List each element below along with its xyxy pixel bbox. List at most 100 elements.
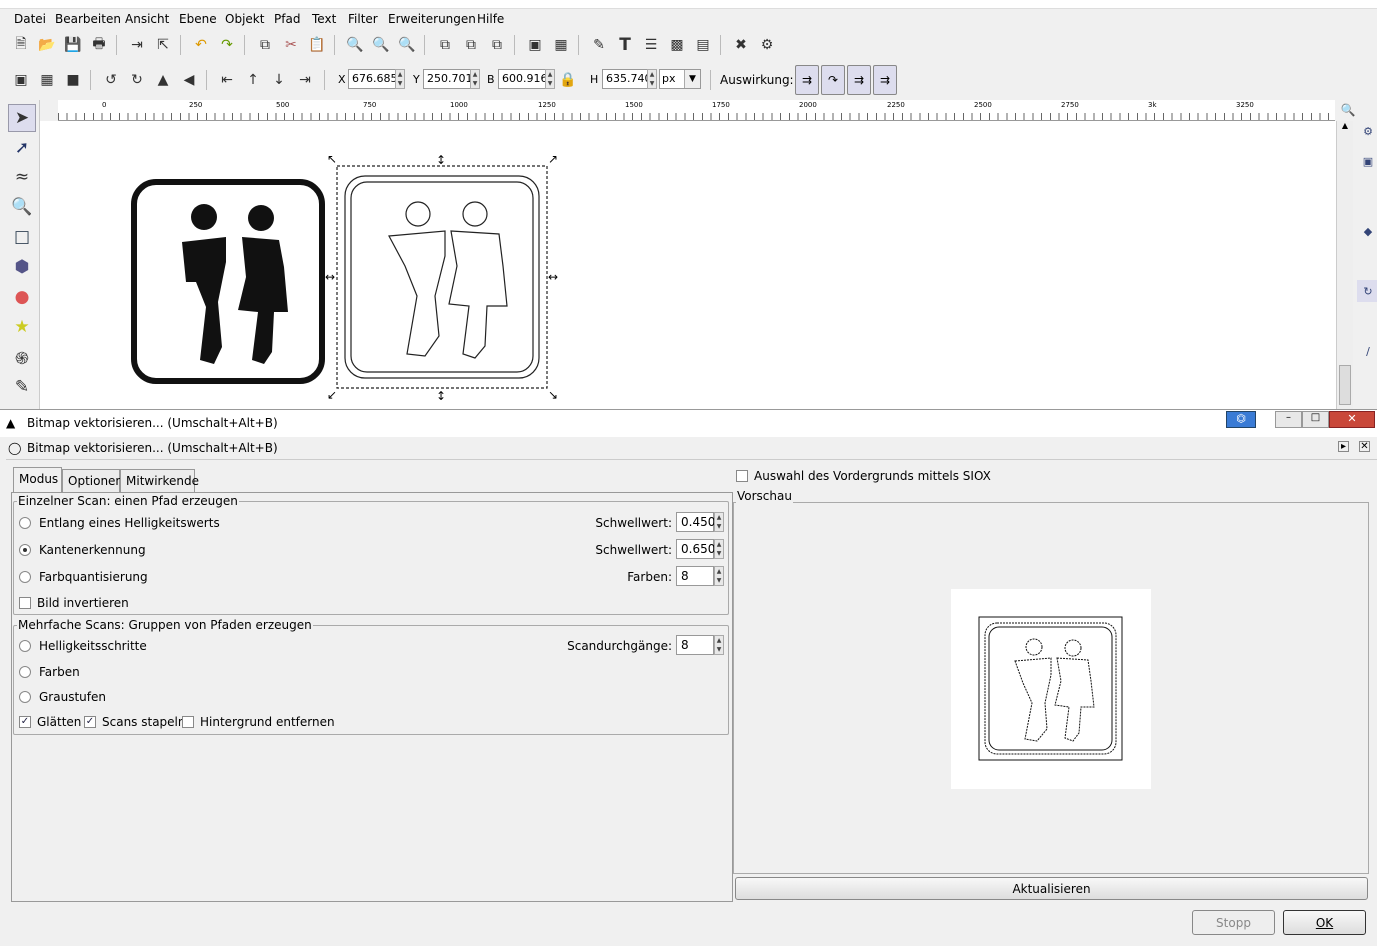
ellipse-tool-icon[interactable]: ● xyxy=(8,283,36,311)
menu-objekt[interactable]: Objekt xyxy=(225,12,264,26)
selector-tool-icon[interactable]: ➤ xyxy=(8,104,36,132)
raise-to-top-icon[interactable]: ⇤ xyxy=(216,69,238,91)
clone-icon[interactable]: ⧉ xyxy=(460,34,482,56)
x-spinner[interactable]: ▲ ▼ xyxy=(395,69,405,89)
lower-to-bottom-icon[interactable]: ⇥ xyxy=(294,69,316,91)
menu-filter[interactable]: Filter xyxy=(348,12,378,26)
xml-editor-icon[interactable]: ▩ xyxy=(666,34,688,56)
remove-background-checkbox[interactable]: Hintergrund entfernen xyxy=(182,715,335,729)
y-input[interactable]: 250.701 xyxy=(423,69,473,89)
checkmark-icon[interactable]: ✓ xyxy=(84,716,96,728)
close-icon[interactable]: ✕ xyxy=(1329,411,1375,428)
zoom-selection-icon[interactable]: 🔍 xyxy=(344,34,366,56)
preferences-icon[interactable]: ✖ xyxy=(730,34,752,56)
unit-select[interactable]: px ▼ xyxy=(659,69,701,89)
dock-close-icon[interactable]: ✕ xyxy=(1359,441,1370,452)
rotate-cw-icon[interactable]: ↻ xyxy=(126,69,148,91)
invert-image-checkbox[interactable]: Bild invertieren xyxy=(19,596,129,610)
layers-icon[interactable]: ☰ xyxy=(640,34,662,56)
color-quantization-radio[interactable]: Farbquantisierung xyxy=(19,570,148,584)
zoom-page-icon[interactable]: 🔍 xyxy=(396,34,418,56)
unlink-clone-icon[interactable]: ⧉ xyxy=(486,34,508,56)
width-spinner[interactable]: ▲ ▼ xyxy=(545,69,555,89)
new-document-icon[interactable]: 🗎 xyxy=(10,34,32,56)
tab-optionen[interactable]: Optionen xyxy=(62,469,123,492)
paste-icon[interactable]: 📋 xyxy=(306,34,328,56)
tab-modus[interactable]: Modus xyxy=(13,467,62,493)
radio-button[interactable] xyxy=(19,571,31,583)
radio-button-selected[interactable] xyxy=(19,544,31,556)
siox-checkbox[interactable]: Auswahl des Vordergrunds mittels SIOX xyxy=(736,469,991,483)
radio-button[interactable] xyxy=(19,640,31,652)
raise-icon[interactable]: ↑ xyxy=(242,69,264,91)
save-icon[interactable]: 💾 xyxy=(62,34,84,56)
height-spinner[interactable]: ▲ ▼ xyxy=(647,69,657,89)
copy-icon[interactable]: ⧉ xyxy=(254,34,276,56)
scroll-thumb[interactable] xyxy=(1339,365,1351,405)
brightness-radio[interactable]: Entlang eines Helligkeitswerts xyxy=(19,516,220,530)
scans-input[interactable]: 8 xyxy=(676,635,714,655)
checkbox[interactable] xyxy=(736,470,748,482)
flip-horizontal-icon[interactable]: ▲ xyxy=(152,69,174,91)
height-input[interactable]: 635.740 xyxy=(602,69,652,89)
text-font-icon[interactable]: T xyxy=(614,34,636,56)
stack-scans-checkbox[interactable]: ✓ Scans stapeln xyxy=(84,715,186,729)
pencil-tool-icon[interactable]: ✎ xyxy=(8,373,36,401)
ok-button[interactable]: OK xyxy=(1283,910,1366,935)
deselect-icon[interactable]: ■ xyxy=(62,69,84,91)
dock-iconify-icon[interactable]: ▸ xyxy=(1338,441,1349,452)
scale-stroke-toggle-icon[interactable]: ⇉ xyxy=(795,65,819,95)
x-input[interactable]: 676.685 xyxy=(348,69,398,89)
menu-pfad[interactable]: Pfad xyxy=(274,12,300,26)
drawing-canvas[interactable]: ↖ ↕ ↗ ↔ ↔ ↙ ↕ ↘ xyxy=(40,121,1336,409)
smooth-checkbox[interactable]: ✓ Glätten xyxy=(19,715,81,729)
redo-icon[interactable]: ↷ xyxy=(216,34,238,56)
select-all-layers-icon[interactable]: ▦ xyxy=(36,69,58,91)
ungroup-icon[interactable]: ▦ xyxy=(550,34,572,56)
cut-icon[interactable]: ✂ xyxy=(280,34,302,56)
colors-input[interactable]: 8 xyxy=(676,566,714,586)
scroll-up-icon[interactable]: ▲ xyxy=(1339,121,1351,135)
zoom-drawing-icon[interactable]: 🔍 xyxy=(370,34,392,56)
snap-nodes-icon[interactable]: ◆ xyxy=(1357,220,1377,242)
tweak-tool-icon[interactable]: ≈ xyxy=(8,163,36,191)
import-icon[interactable]: ⇥ xyxy=(126,34,148,56)
snap-paths-icon[interactable]: ↻ xyxy=(1357,280,1377,302)
transform-patterns-toggle-icon[interactable]: ⇉ xyxy=(873,65,897,95)
multi-colors-radio[interactable]: Farben xyxy=(19,665,80,679)
star-tool-icon[interactable]: ★ xyxy=(8,313,36,341)
zoom-corner-icon[interactable]: 🔍 xyxy=(1336,100,1360,121)
spiral-tool-icon[interactable]: ֍ xyxy=(8,343,36,371)
node-tool-icon[interactable]: ➚ xyxy=(8,134,36,162)
checkbox[interactable] xyxy=(182,716,194,728)
rectangle-tool-icon[interactable]: □ xyxy=(8,223,36,251)
checkmark-icon[interactable]: ✓ xyxy=(19,716,31,728)
scans-spinner[interactable]: ▲ ▼ xyxy=(714,635,724,655)
edge-threshold-spinner[interactable]: ▲ ▼ xyxy=(714,539,724,559)
rotate-ccw-icon[interactable]: ↺ xyxy=(100,69,122,91)
snap-icon[interactable]: ⚙ xyxy=(1357,120,1377,142)
grayscale-radio[interactable]: Graustufen xyxy=(19,690,106,704)
print-icon[interactable]: 🖶 xyxy=(88,34,110,56)
pin-icon[interactable]: ⏣ xyxy=(1226,411,1256,428)
menu-ebene[interactable]: Ebene xyxy=(179,12,217,26)
snap-guide-icon[interactable]: ∕ xyxy=(1357,340,1377,362)
align-distribute-icon[interactable]: ▤ xyxy=(692,34,714,56)
snap-bbox-icon[interactable]: ▣ xyxy=(1357,150,1377,172)
radio-button[interactable] xyxy=(19,666,31,678)
edge-threshold-input[interactable]: 0.650 xyxy=(676,539,715,559)
3d-box-tool-icon[interactable]: ⬢ xyxy=(8,253,36,281)
open-folder-icon[interactable]: 📂 xyxy=(36,34,58,56)
brightness-steps-radio[interactable]: Helligkeitsschritte xyxy=(19,639,147,653)
fill-stroke-icon[interactable]: ✎ xyxy=(588,34,610,56)
export-icon[interactable]: ⇱ xyxy=(152,34,174,56)
colors-spinner[interactable]: ▲ ▼ xyxy=(714,566,724,586)
zoom-tool-icon[interactable]: 🔍 xyxy=(8,193,36,221)
menu-hilfe[interactable]: Hilfe xyxy=(477,12,504,26)
radio-button[interactable] xyxy=(19,691,31,703)
checkbox[interactable] xyxy=(19,597,31,609)
minimize-icon[interactable]: – xyxy=(1275,411,1302,428)
duplicate-icon[interactable]: ⧉ xyxy=(434,34,456,56)
document-properties-icon[interactable]: ⚙ xyxy=(756,34,778,56)
brightness-threshold-spinner[interactable]: ▲ ▼ xyxy=(714,512,724,532)
